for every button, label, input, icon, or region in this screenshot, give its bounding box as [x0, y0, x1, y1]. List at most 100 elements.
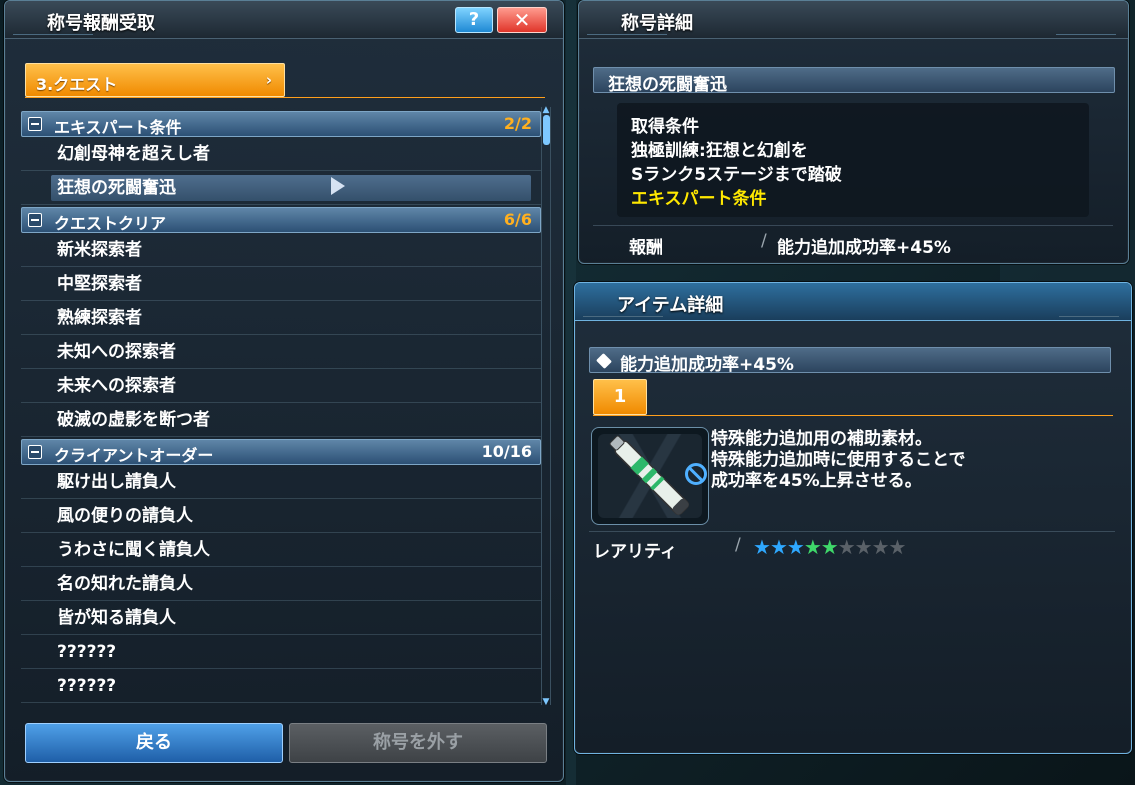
scrollbar[interactable]: ▲ ▼: [541, 105, 551, 707]
group-header[interactable]: クライアントオーダー 10/16: [21, 439, 541, 465]
list-item-label: ??????: [57, 676, 117, 696]
close-icon: ✕: [513, 8, 531, 32]
title-reward-panel: 称号報酬受取 ? ✕ 3.クエスト › エキスパート条件 2/2 幻創母神を超えし者…: [4, 0, 564, 782]
title-decoration-right: [1059, 311, 1119, 317]
item-name: 能力追加成功率+45%: [620, 355, 794, 375]
title-decoration: [583, 311, 663, 317]
list-item-label: 狂想の死闘奮迅: [57, 178, 176, 198]
group-title: クエストクリア: [54, 214, 167, 233]
title-list: エキスパート条件 2/2 幻創母神を超えし者狂想の死闘奮迅 クエストクリア 6/6 新米探…: [21, 109, 541, 709]
quantity-tab[interactable]: 1: [593, 379, 647, 415]
title-name: 狂想の死闘奮迅: [608, 75, 727, 95]
star-icon: ★: [854, 535, 873, 559]
list-item[interactable]: 未来への探索者: [21, 369, 541, 403]
title-detail-panel: 称号詳細 狂想の死闘奮迅 取得条件 独極訓練:狂想と幻創を Sランク5ステージま…: [578, 0, 1129, 264]
title-bar: 称号報酬受取 ? ✕: [5, 1, 563, 39]
list-item-label: 破滅の虚影を断つ者: [57, 410, 210, 430]
category-tab-label: 3.クエスト: [36, 75, 118, 94]
star-icon: ★: [888, 535, 907, 559]
item-detail-panel: アイテム詳細 能力追加成功率+45% 1 特殊能力追加用の補助素材。 特殊能力追…: [574, 282, 1132, 754]
star-icon: ★: [871, 535, 890, 559]
cursor-icon: [331, 177, 345, 195]
list-item[interactable]: 破滅の虚影を断つ者: [21, 403, 541, 437]
reward-value: 能力追加成功率+45%: [777, 238, 951, 258]
tab-underline: [25, 97, 545, 98]
star-icon: ★: [820, 535, 839, 559]
no-trade-icon: [685, 463, 707, 485]
title-decoration: [587, 29, 667, 35]
title-decoration-right: [1056, 29, 1116, 35]
list-item[interactable]: ??????: [21, 669, 541, 703]
list-item-label: 駆け出し請負人: [57, 472, 176, 492]
category-tab-quest[interactable]: 3.クエスト ›: [25, 63, 285, 97]
list-item[interactable]: 未知への探索者: [21, 335, 541, 369]
list-item[interactable]: 幻創母神を超えし者: [21, 137, 541, 171]
item-description: 特殊能力追加用の補助素材。 特殊能力追加時に使用することで 成功率を45%上昇さ…: [711, 429, 1111, 492]
back-button[interactable]: 戻る: [25, 723, 283, 763]
list-item[interactable]: 新米探索者: [21, 233, 541, 267]
scroll-thumb[interactable]: [543, 115, 550, 145]
list-item-label: 名の知れた請負人: [57, 574, 193, 594]
star-icon: ★: [803, 535, 822, 559]
group-title: クライアントオーダー: [54, 446, 214, 465]
group-header[interactable]: エキスパート条件 2/2: [21, 111, 541, 137]
item-icon: [596, 353, 612, 369]
title-bar: 称号詳細: [579, 1, 1128, 39]
star-icon: ★: [753, 535, 771, 559]
list-item[interactable]: 駆け出し請負人: [21, 465, 541, 499]
list-item-label: 熟練探索者: [57, 308, 142, 328]
group-count: 6/6: [503, 210, 532, 229]
list-item-label: うわさに聞く請負人: [57, 540, 210, 560]
scroll-up-icon[interactable]: ▲: [541, 105, 551, 115]
description-line: 特殊能力追加時に使用することで: [711, 450, 966, 470]
condition-line: Sランク5ステージまで踏破: [631, 165, 842, 185]
rarity-row: レアリティ / ★★★★★★★★★: [589, 531, 1115, 563]
star-icon: ★: [786, 535, 805, 559]
reward-label: 報酬: [629, 238, 663, 258]
description-line: 成功率を45%上昇させる。: [711, 471, 922, 491]
group-count: 2/2: [503, 114, 532, 133]
description-line: 特殊能力追加用の補助素材。: [711, 429, 932, 449]
separator-slash: /: [761, 231, 767, 251]
chevron-right-icon: ›: [265, 71, 272, 89]
condition-box: 取得条件 独極訓練:狂想と幻創を Sランク5ステージまで踏破 エキスパート条件: [617, 103, 1089, 217]
list-item-label: 中堅探索者: [57, 274, 142, 294]
close-button[interactable]: ✕: [497, 7, 547, 33]
title-decoration: [13, 29, 93, 35]
help-icon: ?: [468, 9, 480, 30]
condition-line: 取得条件: [631, 117, 699, 137]
list-item[interactable]: 名の知れた請負人: [21, 567, 541, 601]
title-name-header: 狂想の死闘奮迅: [593, 67, 1115, 95]
list-item-label: 未来への探索者: [57, 376, 176, 396]
group-header[interactable]: クエストクリア 6/6: [21, 207, 541, 233]
collapse-icon[interactable]: [28, 445, 42, 459]
condition-type: エキスパート条件: [631, 189, 767, 209]
list-item[interactable]: 風の便りの請負人: [21, 499, 541, 533]
list-item[interactable]: 皆が知る請負人: [21, 601, 541, 635]
list-item-label: 未知への探索者: [57, 342, 176, 362]
list-item-label: 新米探索者: [57, 240, 142, 260]
group-title: エキスパート条件: [54, 118, 182, 137]
list-item[interactable]: 中堅探索者: [21, 267, 541, 301]
star-icon: ★: [837, 535, 856, 559]
help-button[interactable]: ?: [455, 7, 493, 33]
title-bar: アイテム詳細: [575, 283, 1131, 321]
rarity-label: レアリティ: [593, 542, 677, 562]
list-item[interactable]: 狂想の死闘奮迅: [21, 171, 541, 205]
group-count: 10/16: [481, 442, 532, 461]
list-item[interactable]: 熟練探索者: [21, 301, 541, 335]
list-item-label: 皆が知る請負人: [57, 608, 176, 628]
condition-line: 独極訓練:狂想と幻創を: [631, 141, 808, 161]
remove-title-button[interactable]: 称号を外す: [289, 723, 547, 763]
collapse-icon[interactable]: [28, 213, 42, 227]
quantity-underline: [593, 415, 1113, 416]
list-item-label: 風の便りの請負人: [57, 506, 193, 526]
scroll-down-icon[interactable]: ▼: [541, 697, 551, 707]
list-item[interactable]: うわさに聞く請負人: [21, 533, 541, 567]
list-item[interactable]: ??????: [21, 635, 541, 669]
collapse-icon[interactable]: [28, 117, 42, 131]
separator-slash: /: [735, 535, 741, 555]
list-item-label: ??????: [57, 642, 117, 662]
star-icon: ★: [769, 535, 788, 559]
rarity-stars: ★★★★★★★★★: [753, 535, 907, 559]
